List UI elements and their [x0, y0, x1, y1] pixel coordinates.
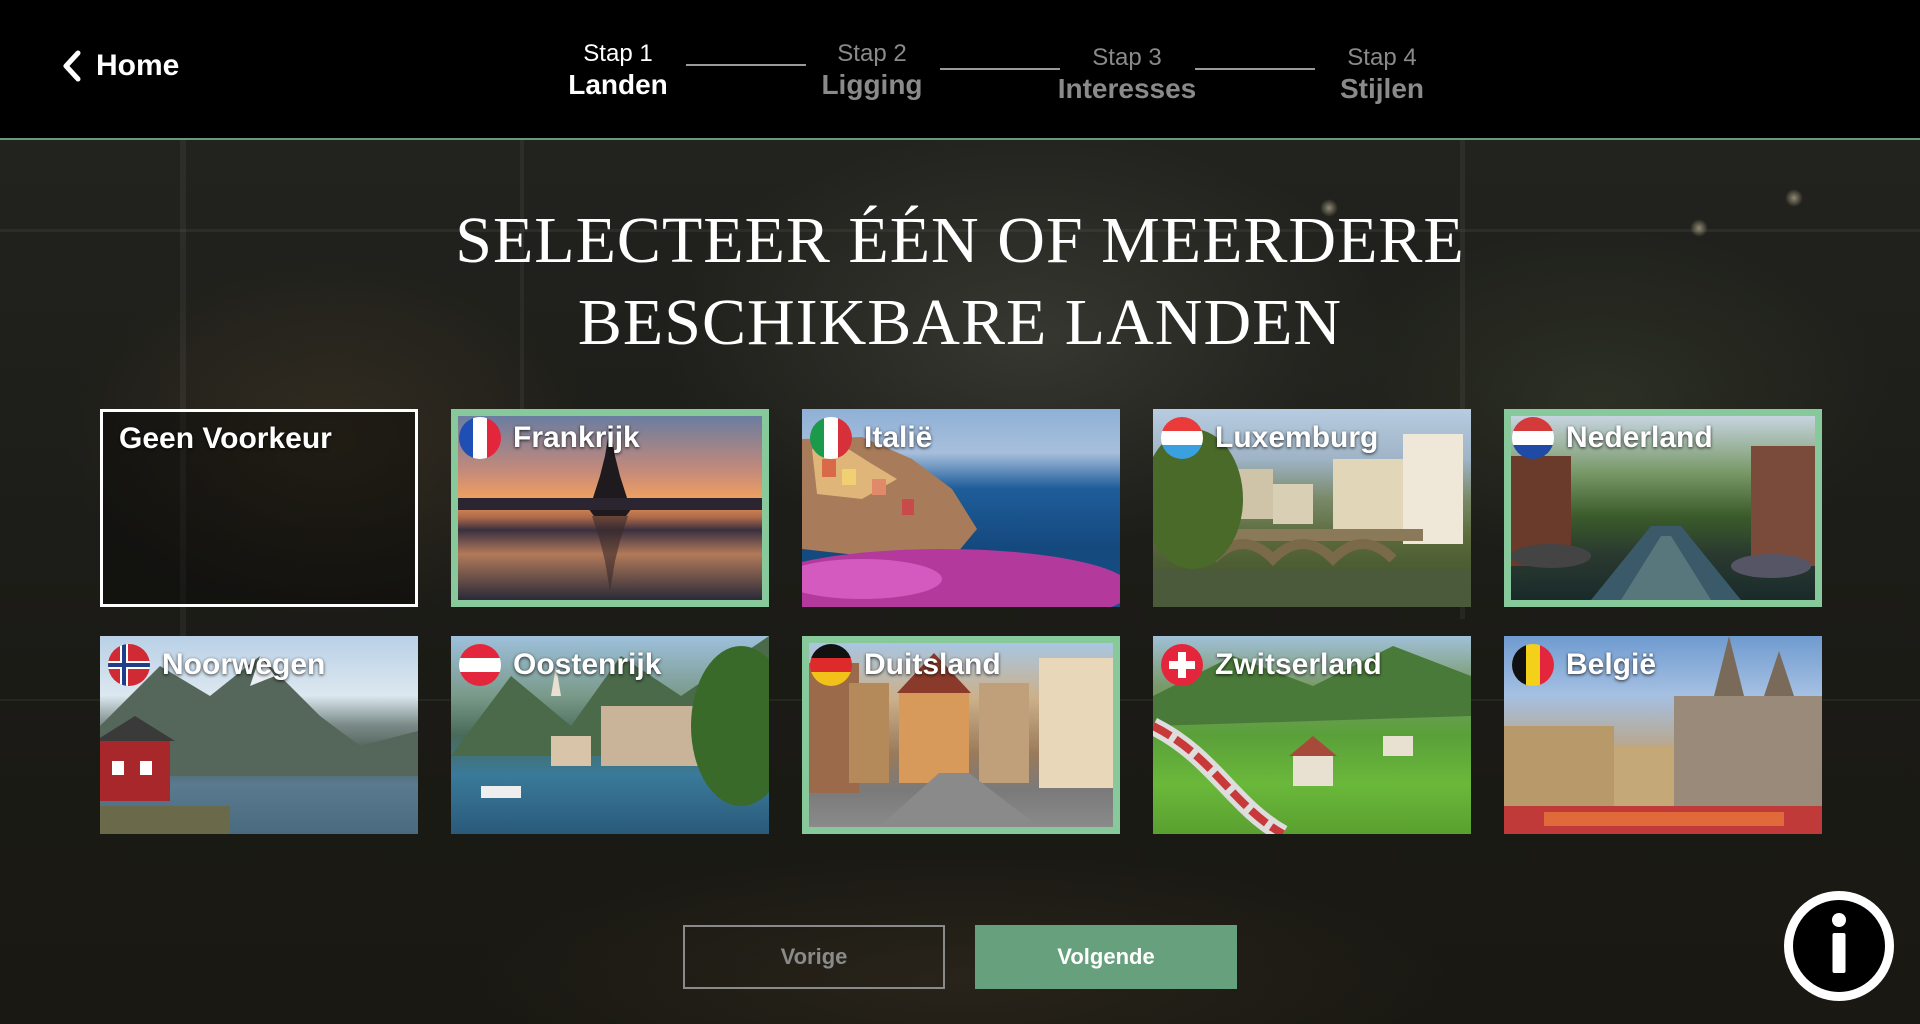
luxembourg-flag-icon	[1161, 417, 1203, 459]
step-2-name: Ligging	[821, 69, 923, 100]
belgium-flag-icon	[1512, 644, 1554, 686]
country-label: België	[1566, 648, 1657, 681]
country-label: Duitsland	[864, 648, 1001, 681]
austria-flag-icon	[459, 644, 501, 686]
previous-button[interactable]: Vorige	[683, 925, 945, 989]
home-button[interactable]: Home	[62, 46, 179, 86]
country-label: Oostenrijk	[513, 648, 662, 681]
country-tile-nederland[interactable]: Nederland	[1504, 409, 1822, 607]
home-label: Home	[96, 49, 180, 82]
country-tile-geen-voorkeur[interactable]: Geen Voorkeur	[100, 409, 418, 607]
step-4-number: Stap 4	[1347, 44, 1417, 71]
step-3-name: Interesses	[1057, 73, 1197, 104]
country-label: Geen Voorkeur	[119, 422, 332, 455]
germany-flag-icon	[810, 644, 852, 686]
switzerland-flag-icon	[1161, 644, 1203, 686]
italy-flag-icon	[810, 417, 852, 459]
step-2[interactable]: Stap 2 Ligging	[782, 40, 962, 102]
country-tile-italie[interactable]: Italië	[802, 409, 1120, 607]
step-1-name: Landen	[568, 69, 668, 100]
info-icon[interactable]	[1783, 889, 1920, 1003]
step-4-name: Stijlen	[1339, 73, 1424, 104]
country-tile-duitsland[interactable]: Duitsland	[802, 636, 1120, 834]
step-4[interactable]: Stap 4 Stijlen	[1292, 44, 1472, 106]
page-title-line-1: SELECTEER ÉÉN OF MEERDERE	[455, 204, 1465, 277]
chevron-left-icon	[63, 50, 81, 82]
top-navigation-bar: Home Stap 1 Landen Stap 2 Ligging Stap 3…	[0, 0, 1920, 140]
france-flag-icon	[459, 417, 501, 459]
step-3[interactable]: Stap 3 Interesses	[1037, 44, 1217, 106]
country-tile-belgie[interactable]: België	[1504, 636, 1822, 834]
netherlands-flag-icon	[1512, 417, 1554, 459]
country-label: Italië	[864, 421, 933, 454]
step-1-number: Stap 1	[583, 40, 653, 67]
country-label: Zwitserland	[1215, 648, 1382, 681]
country-label: Noorwegen	[162, 648, 326, 681]
page-title-line-2: BESCHIKBARE LANDEN	[577, 286, 1343, 359]
next-button[interactable]: Volgende	[975, 925, 1237, 989]
step-3-number: Stap 3	[1092, 44, 1162, 71]
step-1[interactable]: Stap 1 Landen	[528, 40, 708, 102]
step-2-number: Stap 2	[837, 40, 907, 67]
country-tile-noorwegen[interactable]: Noorwegen	[100, 636, 418, 834]
country-tile-frankrijk[interactable]: Frankrijk	[451, 409, 769, 607]
country-label: Luxemburg	[1215, 421, 1379, 454]
country-label: Frankrijk	[513, 421, 640, 454]
country-label: Nederland	[1566, 421, 1713, 454]
page-title: SELECTEER ÉÉN OF MEERDERE BESCHIKBARE LA…	[0, 200, 1920, 364]
country-tile-luxemburg[interactable]: Luxemburg	[1153, 409, 1471, 607]
norway-flag-icon	[108, 644, 150, 686]
country-tile-oostenrijk[interactable]: Oostenrijk	[451, 636, 769, 834]
country-tile-zwitserland[interactable]: Zwitserland	[1153, 636, 1471, 834]
